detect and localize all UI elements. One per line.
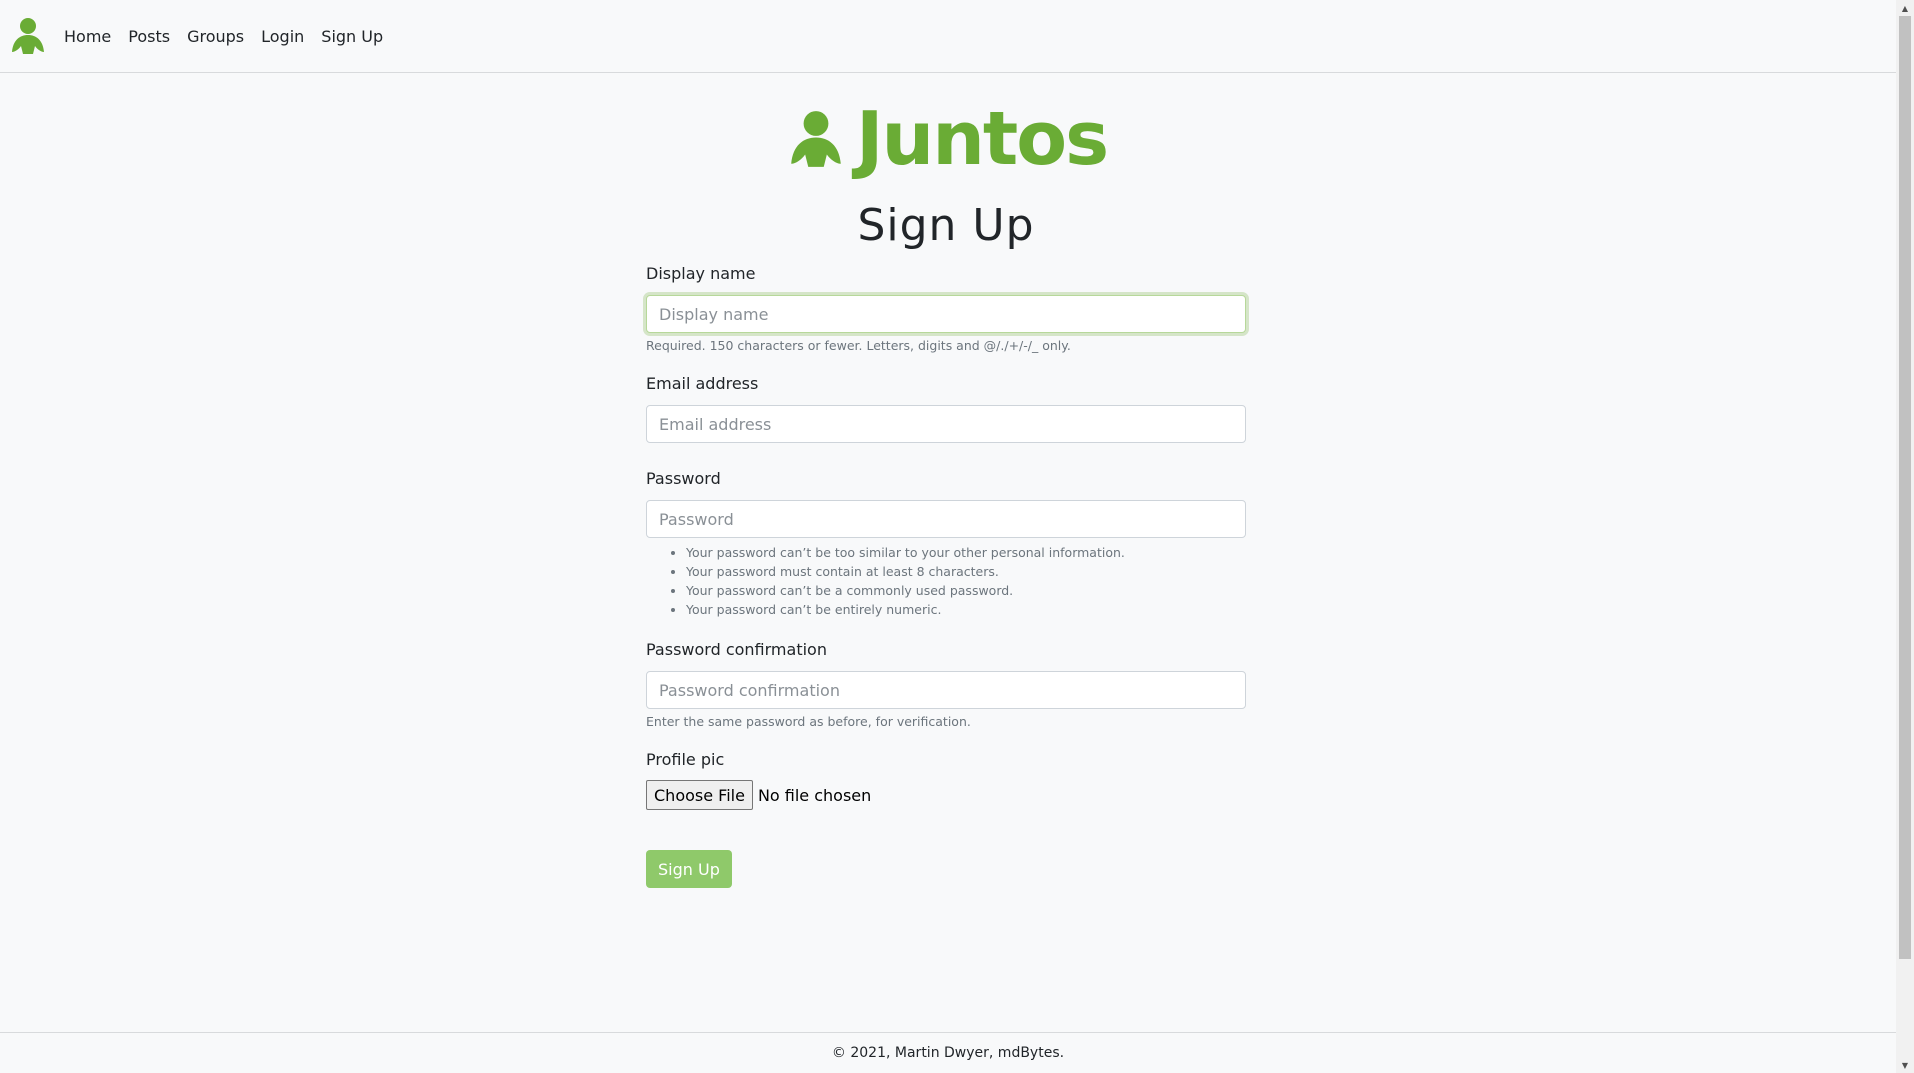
footer-copyright: © 2021, Martin Dwyer, mdBytes. xyxy=(831,1045,1065,1061)
footer: © 2021, Martin Dwyer, mdBytes. xyxy=(0,1032,1896,1073)
password-help-list: Your password can’t be too similar to yo… xyxy=(646,543,1246,619)
brand-logo: Juntos xyxy=(786,96,1109,182)
nav-link-signup[interactable]: Sign Up xyxy=(321,27,383,46)
page: Home Posts Groups Login Sign Up Juntos S… xyxy=(0,0,1896,1073)
scroll-up-icon[interactable]: ▲ xyxy=(1896,0,1914,16)
nav-link-groups[interactable]: Groups xyxy=(187,27,244,46)
person-icon xyxy=(12,18,44,54)
nav-link-login[interactable]: Login xyxy=(261,27,304,46)
choose-file-button[interactable]: Choose File xyxy=(646,780,753,810)
top-navbar: Home Posts Groups Login Sign Up xyxy=(0,0,1896,73)
nav-logo-link[interactable] xyxy=(8,16,48,56)
sign-up-button[interactable]: Sign Up xyxy=(646,850,732,888)
password-input[interactable] xyxy=(646,500,1246,538)
password-confirmation-help: Enter the same password as before, for v… xyxy=(646,714,971,729)
page-title: Sign Up xyxy=(857,200,1035,251)
password-label: Password xyxy=(646,469,721,488)
list-item: Your password can’t be entirely numeric. xyxy=(686,600,1246,619)
brand-name: Juntos xyxy=(856,96,1109,182)
nav-link-posts[interactable]: Posts xyxy=(128,27,170,46)
display-name-help: Required. 150 characters or fewer. Lette… xyxy=(646,338,1071,353)
nav-link-home[interactable]: Home xyxy=(64,27,111,46)
password-confirmation-input[interactable] xyxy=(646,671,1246,709)
list-item: Your password can’t be a commonly used p… xyxy=(686,581,1246,600)
scroll-down-icon[interactable]: ▼ xyxy=(1896,1057,1914,1073)
file-status-text: No file chosen xyxy=(757,785,872,805)
signup-form: Display name Required. 150 characters or… xyxy=(646,262,1246,888)
profile-pic-file-input: Choose File No file chosen xyxy=(646,780,1246,810)
email-label: Email address xyxy=(646,374,759,393)
scrollbar-thumb[interactable] xyxy=(1899,16,1911,959)
person-icon xyxy=(791,111,841,167)
profile-pic-label: Profile pic xyxy=(646,750,725,769)
list-item: Your password can’t be too similar to yo… xyxy=(686,543,1246,562)
email-input[interactable] xyxy=(646,405,1246,443)
password-confirmation-label: Password confirmation xyxy=(646,640,827,659)
vertical-scrollbar[interactable]: ▲ ▼ xyxy=(1896,0,1914,1073)
list-item: Your password must contain at least 8 ch… xyxy=(686,562,1246,581)
display-name-input[interactable] xyxy=(646,295,1246,333)
display-name-label: Display name xyxy=(646,264,756,283)
